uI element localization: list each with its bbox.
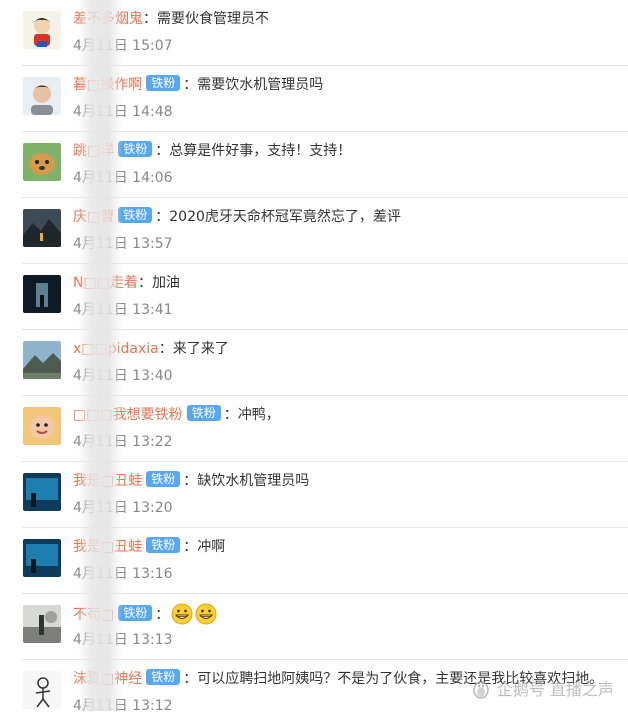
grin-emoji-icon: [171, 603, 193, 631]
comment-line: 不苟□ 铁粉：: [73, 603, 217, 631]
timestamp: 4月11日 13:22: [73, 434, 173, 450]
portrait-avatar-icon: [23, 77, 61, 115]
avatar[interactable]: [23, 77, 61, 115]
comment-text: 冲啊: [197, 539, 226, 555]
timestamp: 4月11日 13:40: [73, 368, 173, 384]
fan-badge[interactable]: 铁粉: [146, 75, 181, 91]
avatar[interactable]: [23, 341, 61, 379]
colon: ：: [183, 671, 198, 687]
comment-line: 我是□丑蛙 铁粉 ：缺饮水机管理员吗: [73, 471, 309, 491]
street-avatar-icon: [23, 605, 61, 643]
comment-item: x□□pidaxia：来了来了 4月11日 13:40: [22, 330, 628, 396]
timestamp: 4月11日 13:57: [73, 236, 173, 252]
comment-list: 差不多烟鬼：需要伙食管理员不 4月11日 15:07 暮□操作啊 铁粉 ：需要饮水机…: [0, 0, 628, 725]
avatar[interactable]: [23, 143, 61, 181]
fan-badge[interactable]: 铁粉: [146, 669, 181, 685]
colon: ：: [137, 275, 152, 291]
avatar[interactable]: [23, 605, 61, 643]
aquarium-avatar-icon: [23, 539, 61, 577]
child-avatar-icon: [23, 407, 61, 445]
comment-text: 来了来了: [172, 341, 229, 357]
comment-item: 我是□丑蛙 铁粉 ：冲啊 4月11日 13:16: [22, 528, 628, 594]
colon: ：: [183, 473, 198, 489]
username-link[interactable]: 不苟□: [73, 607, 114, 623]
comment-item: □□□我想要铁粉 铁粉 ：冲鸭， 4月11日 13:22: [22, 396, 628, 462]
mountain-avatar-icon: [23, 341, 61, 379]
timestamp: 4月11日 14:06: [73, 170, 173, 186]
comment-line: □□□我想要铁粉 铁粉 ：冲鸭，: [73, 405, 280, 425]
comment-line: 跳□洋 铁粉 ：总算是件好事，支持！支持！: [73, 141, 351, 161]
comment-line: 我是□丑蛙 铁粉 ：冲啊: [73, 537, 225, 557]
timestamp: 4月11日 13:41: [73, 302, 173, 318]
comment-item: N□□走着：加油 4月11日 13:41: [22, 264, 628, 330]
username-link[interactable]: 差不多烟鬼: [73, 11, 143, 27]
fan-badge[interactable]: 铁粉: [118, 141, 153, 157]
avatar[interactable]: [23, 473, 61, 511]
username-link[interactable]: 沫夏□神经: [73, 671, 142, 687]
comment-text: 总算是件好事，支持！支持！: [169, 143, 352, 159]
colon: ：: [155, 143, 170, 159]
username-link[interactable]: 我是□丑蛙: [73, 539, 142, 555]
comment-text: 缺饮水机管理员吗: [197, 473, 310, 489]
colon: ：: [183, 77, 198, 93]
corridor-avatar-icon: [23, 275, 61, 313]
username-link[interactable]: x□□pidaxia: [73, 341, 159, 357]
colon: ：: [223, 407, 238, 423]
colon: ：: [143, 11, 157, 27]
aquarium-avatar-icon: [23, 473, 61, 511]
comment-item: 庆□曹 铁粉 ：2020虎牙天命杯冠军竟然忘了，差评 4月11日 13:57: [22, 198, 628, 264]
comment-item: 我是□丑蛙 铁粉 ：缺饮水机管理员吗 4月11日 13:20: [22, 462, 628, 528]
comment-text: 加油: [151, 275, 180, 291]
comment-text: 需要饮水机管理员吗: [197, 77, 324, 93]
comment-item: 差不多烟鬼：需要伙食管理员不 4月11日 15:07: [22, 0, 628, 66]
avatar[interactable]: [23, 671, 61, 709]
landscape-avatar-icon: [23, 209, 61, 247]
comment-line: x□□pidaxia：来了来了: [73, 339, 229, 359]
username-link[interactable]: 我是□丑蛙: [73, 473, 142, 489]
comment-line: N□□走着：加油: [73, 273, 180, 293]
watermark-text: 企鹅号 直播之声: [496, 680, 614, 699]
sketch-avatar-icon: [23, 671, 61, 709]
fan-badge[interactable]: 铁粉: [146, 471, 181, 487]
timestamp: 4月11日 13:13: [73, 632, 173, 648]
comment-line: 庆□曹 铁粉 ：2020虎牙天命杯冠军竟然忘了，差评: [73, 207, 401, 227]
avatar[interactable]: [23, 539, 61, 577]
timestamp: 4月11日 13:20: [73, 500, 173, 516]
comment-item: 不苟□ 铁粉： 4月11日 13:13: [22, 594, 628, 660]
username-link[interactable]: 跳□洋: [73, 143, 114, 159]
comment-text: 需要伙食管理员不: [157, 11, 269, 27]
comment-line: 差不多烟鬼：需要伙食管理员不: [73, 9, 269, 29]
fan-badge[interactable]: 铁粉: [118, 207, 153, 223]
avatar[interactable]: [23, 275, 61, 313]
fan-badge[interactable]: 铁粉: [118, 605, 153, 621]
fan-badge[interactable]: 铁粉: [146, 537, 181, 553]
avatar[interactable]: [23, 407, 61, 445]
fan-badge[interactable]: 铁粉: [186, 405, 221, 421]
grin-emoji-icon: [195, 603, 217, 631]
colon: ：: [183, 539, 198, 555]
comment-text: 冲鸭，: [237, 407, 280, 423]
comment-line: 暮□操作啊 铁粉 ：需要饮水机管理员吗: [73, 75, 323, 95]
comment-text: 2020虎牙天命杯冠军竟然忘了，差评: [169, 209, 401, 225]
penguin-logo-icon: [471, 679, 491, 703]
comment-item: 跳□洋 铁粉 ：总算是件好事，支持！支持！ 4月11日 14:06: [22, 132, 628, 198]
watermark: 企鹅号 直播之声: [471, 676, 614, 703]
puppy-avatar-icon: [23, 143, 61, 181]
timestamp: 4月11日 13:12: [73, 698, 173, 714]
colon: ：: [155, 209, 170, 225]
timestamp: 4月11日 14:48: [73, 104, 173, 120]
username-link[interactable]: 庆□曹: [73, 209, 114, 225]
avatar[interactable]: [23, 209, 61, 247]
avatar[interactable]: [23, 11, 61, 49]
cartoon-avatar-icon: [23, 11, 61, 49]
timestamp: 4月11日 13:16: [73, 566, 173, 582]
username-link[interactable]: 暮□操作啊: [73, 77, 142, 93]
comment-item: 暮□操作啊 铁粉 ：需要饮水机管理员吗 4月11日 14:48: [22, 66, 628, 132]
username-link[interactable]: N□□走着: [73, 275, 138, 291]
colon: ：: [158, 341, 173, 357]
timestamp: 4月11日 15:07: [73, 38, 173, 54]
colon: ：: [155, 607, 170, 623]
username-link[interactable]: □□□我想要铁粉: [73, 407, 183, 423]
